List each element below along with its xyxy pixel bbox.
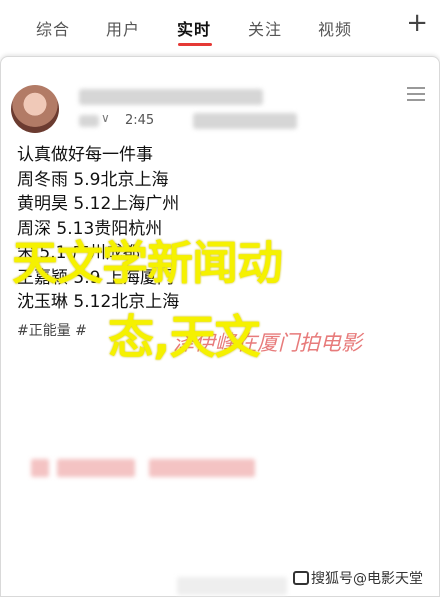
date-blurred <box>79 115 99 127</box>
active-tab-indicator <box>178 43 212 46</box>
post-line: 周冬雨 5.9北京上海 <box>17 169 169 190</box>
tab-following[interactable]: 关注 <box>248 16 282 40</box>
source-blurred <box>193 113 297 129</box>
watermark-text: 搜狐号@电影天堂 <box>311 571 423 587</box>
hashtag[interactable]: #正能量 # <box>17 320 87 340</box>
post-line: 黄明昊 5.12上海广州 <box>17 194 180 214</box>
tab-realtime[interactable]: 实时 <box>177 16 211 40</box>
blurred-block <box>57 459 135 477</box>
username-blurred <box>79 89 263 105</box>
tab-general[interactable]: 综合 <box>36 16 70 40</box>
blurred-block <box>31 459 49 477</box>
watermark: 搜狐号@电影天堂 <box>293 568 423 588</box>
post-line: 认真做好每一件事 <box>17 145 153 165</box>
sohu-logo-icon <box>293 571 309 585</box>
blurred-block <box>149 459 255 477</box>
avatar[interactable] <box>11 85 59 133</box>
add-tab-button[interactable]: + <box>406 10 428 36</box>
overlay-title-line2: 态,天文 <box>108 310 260 364</box>
post-time: 2:45 <box>125 113 155 128</box>
tab-video[interactable]: 视频 <box>318 16 352 40</box>
tab-bar: 综合 用户 实时 关注 视频 + <box>0 0 440 56</box>
more-options-icon[interactable] <box>407 87 425 105</box>
overlay-title-line1: 天文学新闻动 <box>12 236 283 290</box>
blurred-block <box>177 577 287 595</box>
chevron-down-icon: ∨ <box>101 111 110 125</box>
tab-users[interactable]: 用户 <box>106 16 140 40</box>
